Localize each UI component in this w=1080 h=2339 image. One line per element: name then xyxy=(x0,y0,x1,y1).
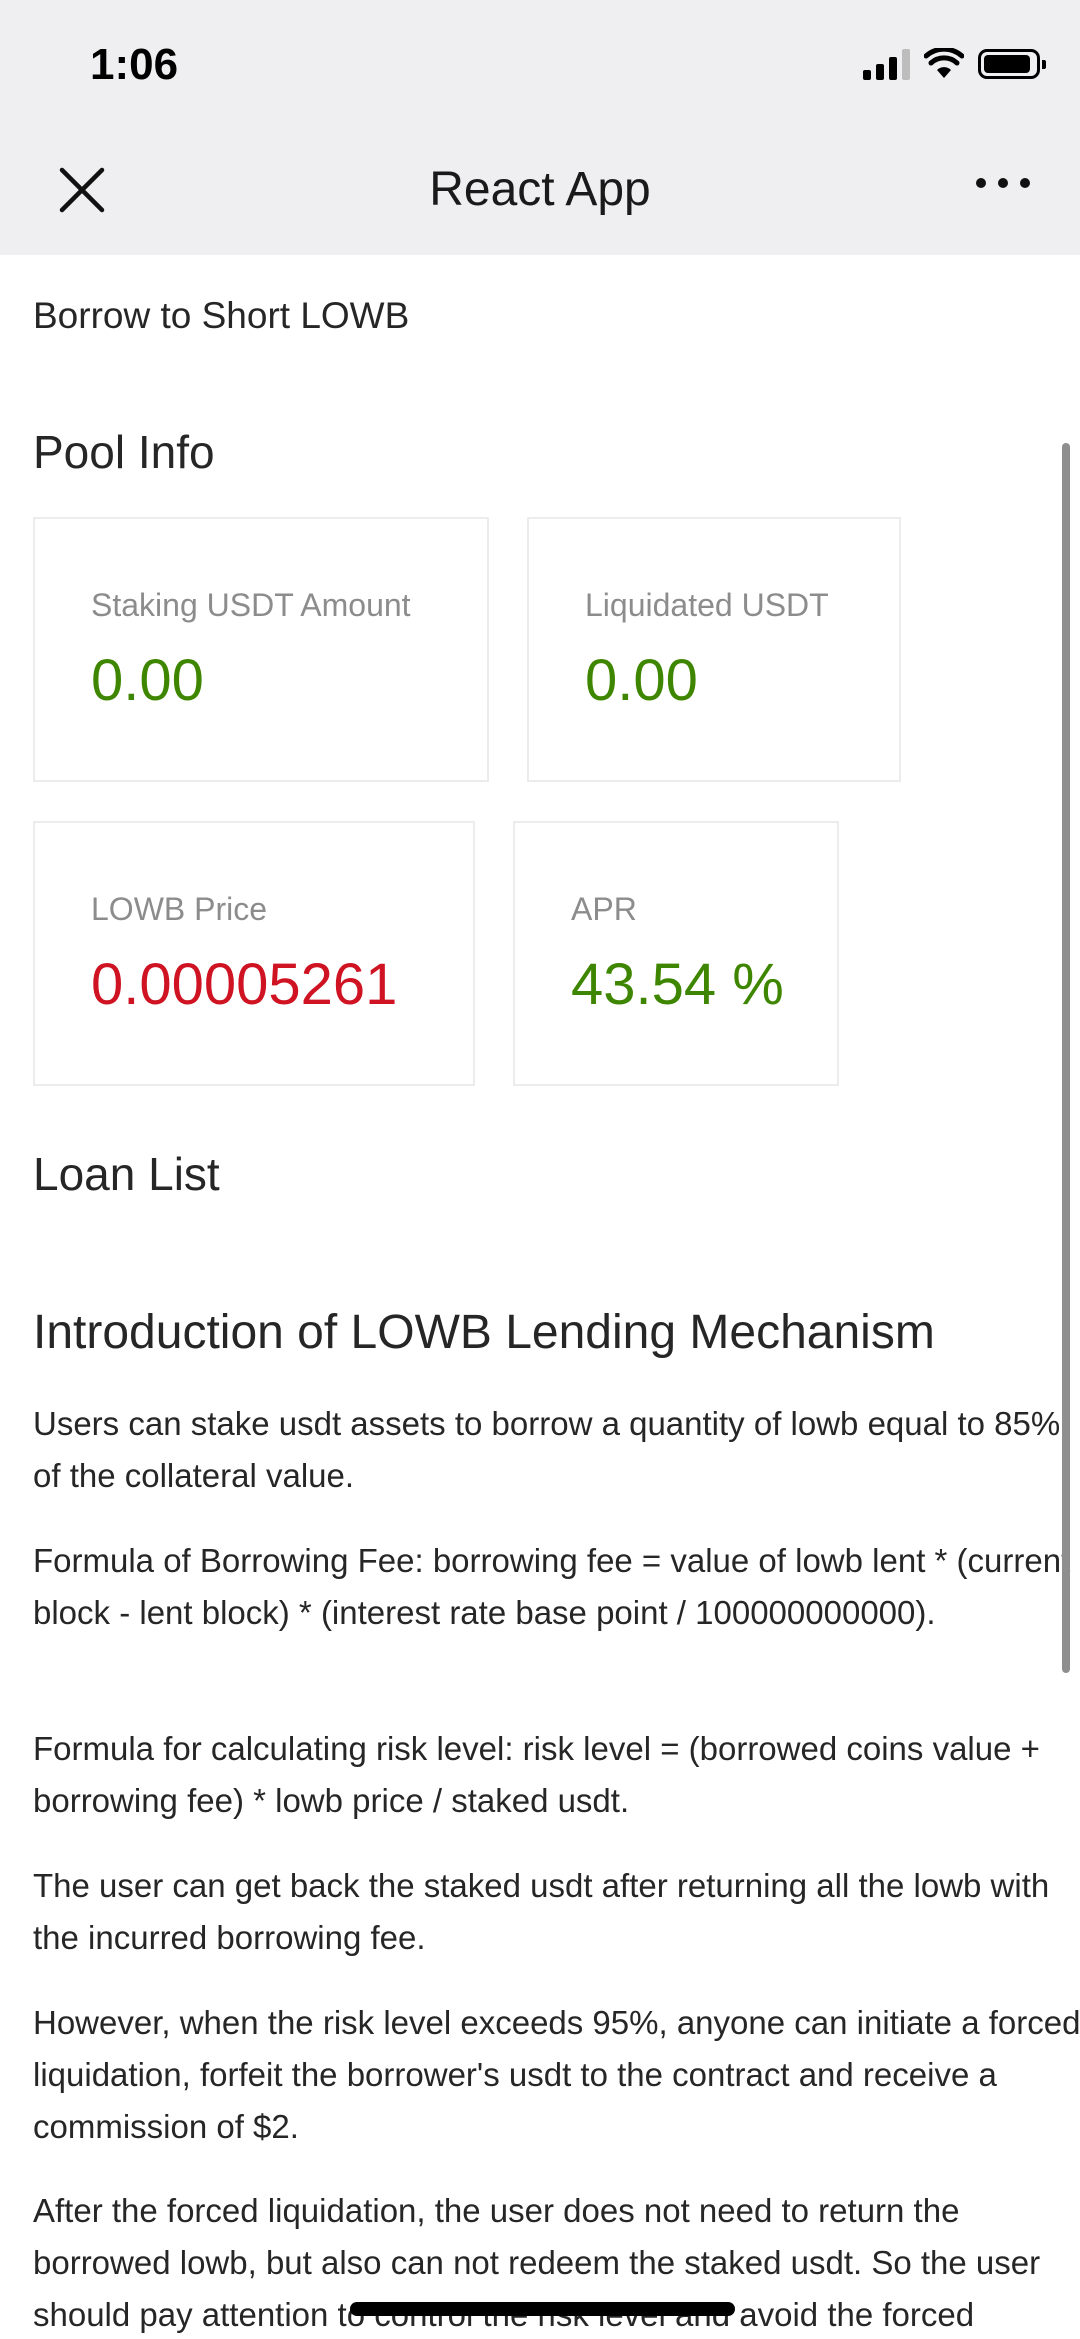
intro-paragraph-line: the incurred borrowing fee. xyxy=(33,1919,426,1956)
staking-usdt-card: Staking USDT Amount 0.00 xyxy=(33,517,489,782)
cellular-signal-icon xyxy=(863,48,910,80)
lowb-price-value: 0.00005261 xyxy=(91,952,398,1017)
home-indicator[interactable] xyxy=(350,2302,735,2316)
intro-paragraph: However, when the risk level exceeds 95%… xyxy=(33,2004,1080,2145)
liquidated-usdt-card: Liquidated USDT 0.00 xyxy=(527,517,901,782)
lowb-price-label: LOWB Price xyxy=(91,891,268,927)
apr-card: APR 43.54 % xyxy=(513,821,839,1086)
nav-title: React App xyxy=(429,163,651,216)
apr-value: 43.54 % xyxy=(571,952,784,1017)
nav-bar: React App xyxy=(0,130,1080,255)
status-time: 1:06 xyxy=(90,40,179,89)
intro-paragraph: Formula of Borrowing Fee: borrowing fee … xyxy=(33,1542,1071,1631)
scrollbar[interactable] xyxy=(1062,443,1070,1673)
staking-usdt-value: 0.00 xyxy=(91,648,204,713)
intro-paragraph-line: The user can get back the staked usdt af… xyxy=(33,1867,1050,1904)
lowb-price-card: LOWB Price 0.00005261 xyxy=(33,821,475,1086)
apr-label: APR xyxy=(571,891,637,927)
liquidated-usdt-label: Liquidated USDT xyxy=(585,587,829,623)
pool-info-title: Pool Info xyxy=(33,426,215,478)
wifi-icon xyxy=(924,48,964,78)
loan-list-title: Loan List xyxy=(33,1148,220,1200)
intro-paragraph: Users can stake usdt assets to borrow a … xyxy=(33,1405,1061,1494)
staking-usdt-label: Staking USDT Amount xyxy=(91,587,411,623)
status-bar: 1:06 xyxy=(0,0,1080,130)
page-content[interactable]: Borrow to Short LOWB Pool Info Staking U… xyxy=(0,255,1080,2339)
page-heading: Borrow to Short LOWB xyxy=(33,295,410,336)
status-icons xyxy=(863,48,1046,80)
intro-title: Introduction of LOWB Lending Mechanism xyxy=(33,1306,935,1359)
battery-icon xyxy=(978,49,1046,79)
intro-paragraph: The user can get back the staked usdt af… xyxy=(33,1860,1080,1964)
liquidated-usdt-value: 0.00 xyxy=(585,648,698,713)
intro-paragraph: Formula for calculating risk level: risk… xyxy=(33,1730,1040,1819)
more-options-icon[interactable] xyxy=(976,178,1030,188)
